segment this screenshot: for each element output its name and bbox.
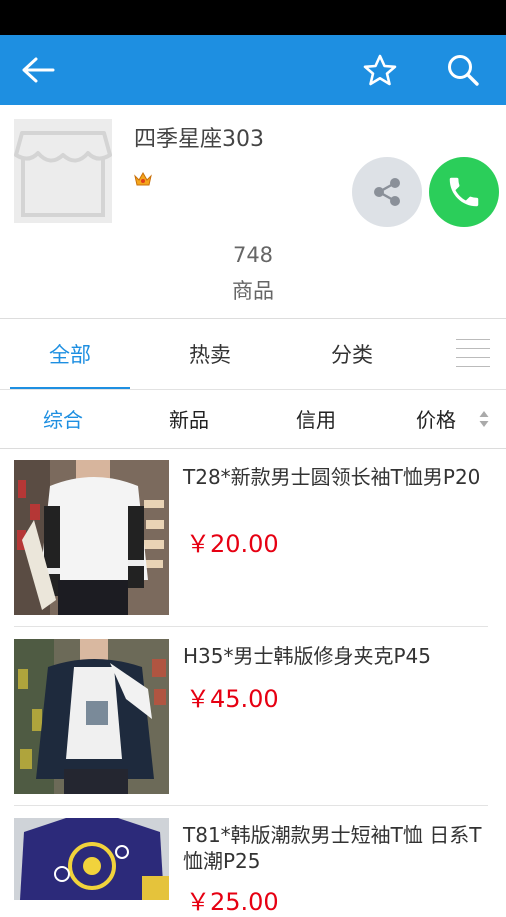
tab-all[interactable]: 全部	[0, 319, 140, 389]
divider	[14, 805, 488, 806]
favorite-star-icon[interactable]	[354, 35, 406, 105]
sort-bar: 综合 新品 信用 价格	[0, 390, 506, 449]
product-image[interactable]	[14, 460, 169, 615]
sort-price[interactable]: 价格	[386, 390, 486, 448]
tab-category[interactable]: 分类	[282, 319, 422, 389]
product-item[interactable]: T81*韩版潮款男士短袖T恤 日系T恤潮P25 ￥25.00	[0, 818, 506, 916]
crown-badge-icon	[133, 170, 153, 192]
product-item[interactable]: T28*新款男士圆领长袖T恤男P20 ￥20.00	[0, 460, 506, 627]
product-item[interactable]: H35*男士韩版修身夹克P45 ￥45.00	[0, 639, 506, 806]
sort-new[interactable]: 新品	[140, 390, 238, 448]
product-title[interactable]: T28*新款男士圆领长袖T恤男P20	[183, 464, 483, 490]
shop-tabs: 全部 热卖 分类	[0, 319, 506, 390]
product-count: 748	[232, 243, 274, 267]
shop-header: 四季星座303 748 商品	[0, 105, 506, 319]
sort-arrows-icon	[478, 410, 490, 428]
app-bar	[0, 35, 506, 105]
shop-logo[interactable]	[14, 119, 112, 223]
product-title[interactable]: T81*韩版潮款男士短袖T恤 日系T恤潮P25	[183, 822, 483, 874]
active-tab-indicator	[10, 387, 130, 389]
share-button[interactable]	[352, 157, 422, 227]
sort-credit[interactable]: 信用	[266, 390, 366, 448]
product-count-label: 商品	[232, 279, 274, 303]
product-price: ￥20.00	[186, 530, 279, 558]
call-button[interactable]	[429, 157, 499, 227]
divider	[14, 626, 488, 627]
menu-list-icon[interactable]	[456, 339, 490, 369]
product-image[interactable]	[14, 818, 169, 900]
product-price: ￥45.00	[186, 685, 279, 713]
product-image[interactable]	[14, 639, 169, 794]
status-bar	[0, 0, 506, 35]
back-arrow-icon[interactable]	[12, 35, 64, 105]
share-icon	[374, 178, 400, 206]
phone-icon	[449, 177, 479, 207]
tab-hot[interactable]: 热卖	[140, 319, 280, 389]
product-title[interactable]: H35*男士韩版修身夹克P45	[183, 643, 483, 669]
search-icon[interactable]	[437, 35, 489, 105]
shop-name: 四季星座303	[134, 127, 264, 152]
sort-overall[interactable]: 综合	[14, 390, 112, 448]
